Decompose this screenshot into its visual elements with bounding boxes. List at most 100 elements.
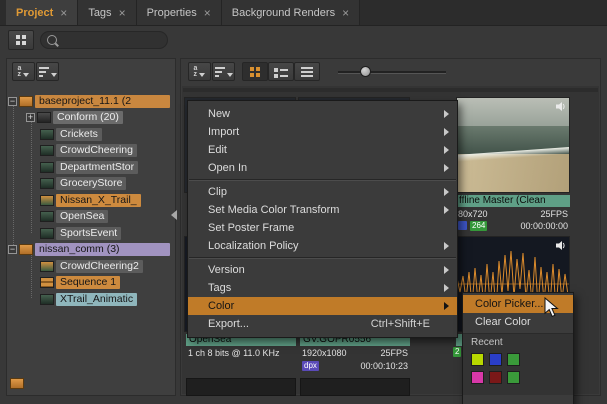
menu-item-label: Version — [208, 264, 444, 276]
tree-item-nissan-x-trail[interactable]: Nissan_X_Trail_ — [8, 193, 170, 208]
slider-handle[interactable] — [360, 66, 371, 77]
tab-properties[interactable]: Properties × — [137, 0, 222, 25]
tab-label: Background Renders — [232, 7, 335, 19]
color-swatch[interactable] — [471, 371, 484, 384]
menu-item-label: Open In — [208, 162, 444, 174]
expander-icon[interactable]: − — [8, 97, 17, 106]
tree-item-crowdcheering2[interactable]: CrowdCheering2 — [8, 259, 170, 274]
expander-icon[interactable]: − — [8, 245, 17, 254]
sort-bars-icon — [39, 67, 49, 77]
menu-item-label: Set Poster Frame — [208, 222, 444, 234]
horizontal-scrollbar[interactable] — [183, 88, 598, 92]
view-thumbnails-button[interactable] — [242, 62, 268, 81]
clip-icon — [40, 211, 54, 222]
tree-item-label: Sequence 1 — [56, 276, 120, 289]
close-icon[interactable]: × — [60, 7, 67, 19]
submenu-arrow-icon — [444, 110, 449, 118]
color-swatch[interactable] — [489, 353, 502, 366]
menu-item-shortcut: Ctrl+Shift+E — [371, 318, 430, 330]
color-swatch[interactable] — [489, 371, 502, 384]
panel-collapse-arrow-icon[interactable] — [171, 210, 177, 220]
menu-item-version[interactable]: Version — [188, 261, 457, 279]
clip-codec-row: dpx 00:00:10:23 — [300, 360, 410, 371]
submenu-arrow-icon — [444, 146, 449, 154]
clip-name[interactable]: ffline Master (Clean — [456, 195, 570, 207]
clip-resolution: 1920x1080 — [302, 348, 347, 358]
tree-item-sequence-1[interactable]: Sequence 1 — [8, 275, 170, 290]
tree-item-label: XTrail_Animatic — [56, 293, 137, 306]
tree-item-opensea[interactable]: OpenSea — [8, 209, 170, 224]
tree-item-departmentstore[interactable]: DepartmentStor — [8, 160, 170, 175]
view-details-button[interactable] — [268, 62, 294, 81]
sort-alpha-icon: az — [18, 66, 22, 78]
context-menu: New Import Edit Open In Clip Set Media C… — [187, 100, 458, 338]
color-swatch[interactable] — [507, 371, 520, 384]
submenu-arrow-icon — [444, 266, 449, 274]
clip-timecode: 00:00:10:23 — [360, 361, 410, 371]
search-input[interactable] — [40, 31, 168, 49]
project-icon — [19, 244, 33, 255]
submenu-arrow-icon — [444, 164, 449, 172]
clip-resolution: 80x720 — [458, 209, 488, 219]
tree-sort-alpha-button[interactable]: az — [12, 62, 35, 81]
clip-icon — [40, 294, 54, 305]
menu-item-import[interactable]: Import — [188, 123, 457, 141]
tree-item-conform[interactable]: + Conform (20) — [8, 110, 170, 125]
menu-separator — [189, 179, 456, 181]
tree-item-grocerystore[interactable]: GroceryStore — [8, 176, 170, 191]
bin-icon — [37, 112, 51, 123]
tree-item-label: CrowdCheering2 — [56, 260, 143, 273]
submenu-arrow-icon — [444, 206, 449, 214]
menu-item-label: Color Picker... — [475, 298, 543, 310]
tree-item-crickets[interactable]: Crickets — [8, 127, 170, 142]
tab-background-renders[interactable]: Background Renders × — [222, 0, 360, 25]
project-icon-bottom[interactable] — [10, 378, 24, 389]
expander-icon[interactable]: + — [26, 113, 35, 122]
bin-sort-order-button[interactable] — [212, 62, 235, 81]
menu-item-label: Color — [208, 300, 444, 312]
tree-item-nissan-comm[interactable]: − nissan_comm (3) — [8, 242, 170, 257]
menu-item-edit[interactable]: Edit — [188, 141, 457, 159]
tab-project[interactable]: Project × — [6, 0, 78, 25]
tree-item-crowdcheering[interactable]: CrowdCheering — [8, 143, 170, 158]
tree-item-label: SportsEvent — [56, 227, 121, 240]
thumbnail-size-slider[interactable] — [338, 71, 446, 74]
thumbnails-view-icon — [250, 67, 260, 77]
clip-thumbnail-offline-master[interactable] — [456, 97, 570, 193]
tree-item-sportsevent[interactable]: SportsEvent — [8, 226, 170, 241]
close-icon[interactable]: × — [204, 7, 211, 19]
clip-thumbnail-partial[interactable] — [300, 378, 410, 396]
tree-item-xtrail-animatic[interactable]: XTrail_Animatic — [8, 292, 170, 307]
menu-item-tags[interactable]: Tags — [188, 279, 457, 297]
bin-sort-alpha-button[interactable]: az — [188, 62, 211, 81]
channel-count-badge: 2 — [453, 347, 461, 357]
layout-grid-button[interactable] — [8, 30, 34, 50]
tree-item-baseproject[interactable]: − baseproject_11.1 (2 — [8, 94, 170, 109]
menu-item-open-in[interactable]: Open In — [188, 159, 457, 177]
recent-color-swatches — [471, 353, 573, 384]
color-swatch[interactable] — [471, 353, 484, 366]
color-swatch[interactable] — [507, 353, 520, 366]
menu-item-localization-policy[interactable]: Localization Policy — [188, 237, 457, 255]
close-icon[interactable]: × — [342, 7, 349, 19]
application-window: Project × Tags × Properties × Background… — [0, 0, 607, 404]
tree-item-label: DepartmentStor — [56, 161, 138, 174]
tree-sort-order-button[interactable] — [36, 62, 59, 81]
tree-item-label: Conform (20) — [53, 111, 123, 124]
clip-resolution-row: 80x720 25FPS — [456, 208, 570, 219]
clip-thumbnail-partial[interactable] — [186, 378, 296, 396]
menu-item-export[interactable]: Export... Ctrl+Shift+E — [188, 315, 457, 333]
menu-item-new[interactable]: New — [188, 105, 457, 123]
arrow-down-icon — [199, 73, 205, 77]
menu-item-set-poster-frame[interactable]: Set Poster Frame — [188, 219, 457, 237]
menu-item-label: Set Media Color Transform — [208, 204, 444, 216]
tab-tags[interactable]: Tags × — [78, 0, 136, 25]
colorspace-badge — [458, 221, 467, 230]
menu-item-clip[interactable]: Clip — [188, 183, 457, 201]
view-list-button[interactable] — [294, 62, 320, 81]
menu-item-label: Import — [208, 126, 444, 138]
speaker-icon — [555, 240, 566, 251]
close-icon[interactable]: × — [119, 7, 126, 19]
menu-item-set-media-color-transform[interactable]: Set Media Color Transform — [188, 201, 457, 219]
menu-item-color[interactable]: Color — [188, 297, 457, 315]
